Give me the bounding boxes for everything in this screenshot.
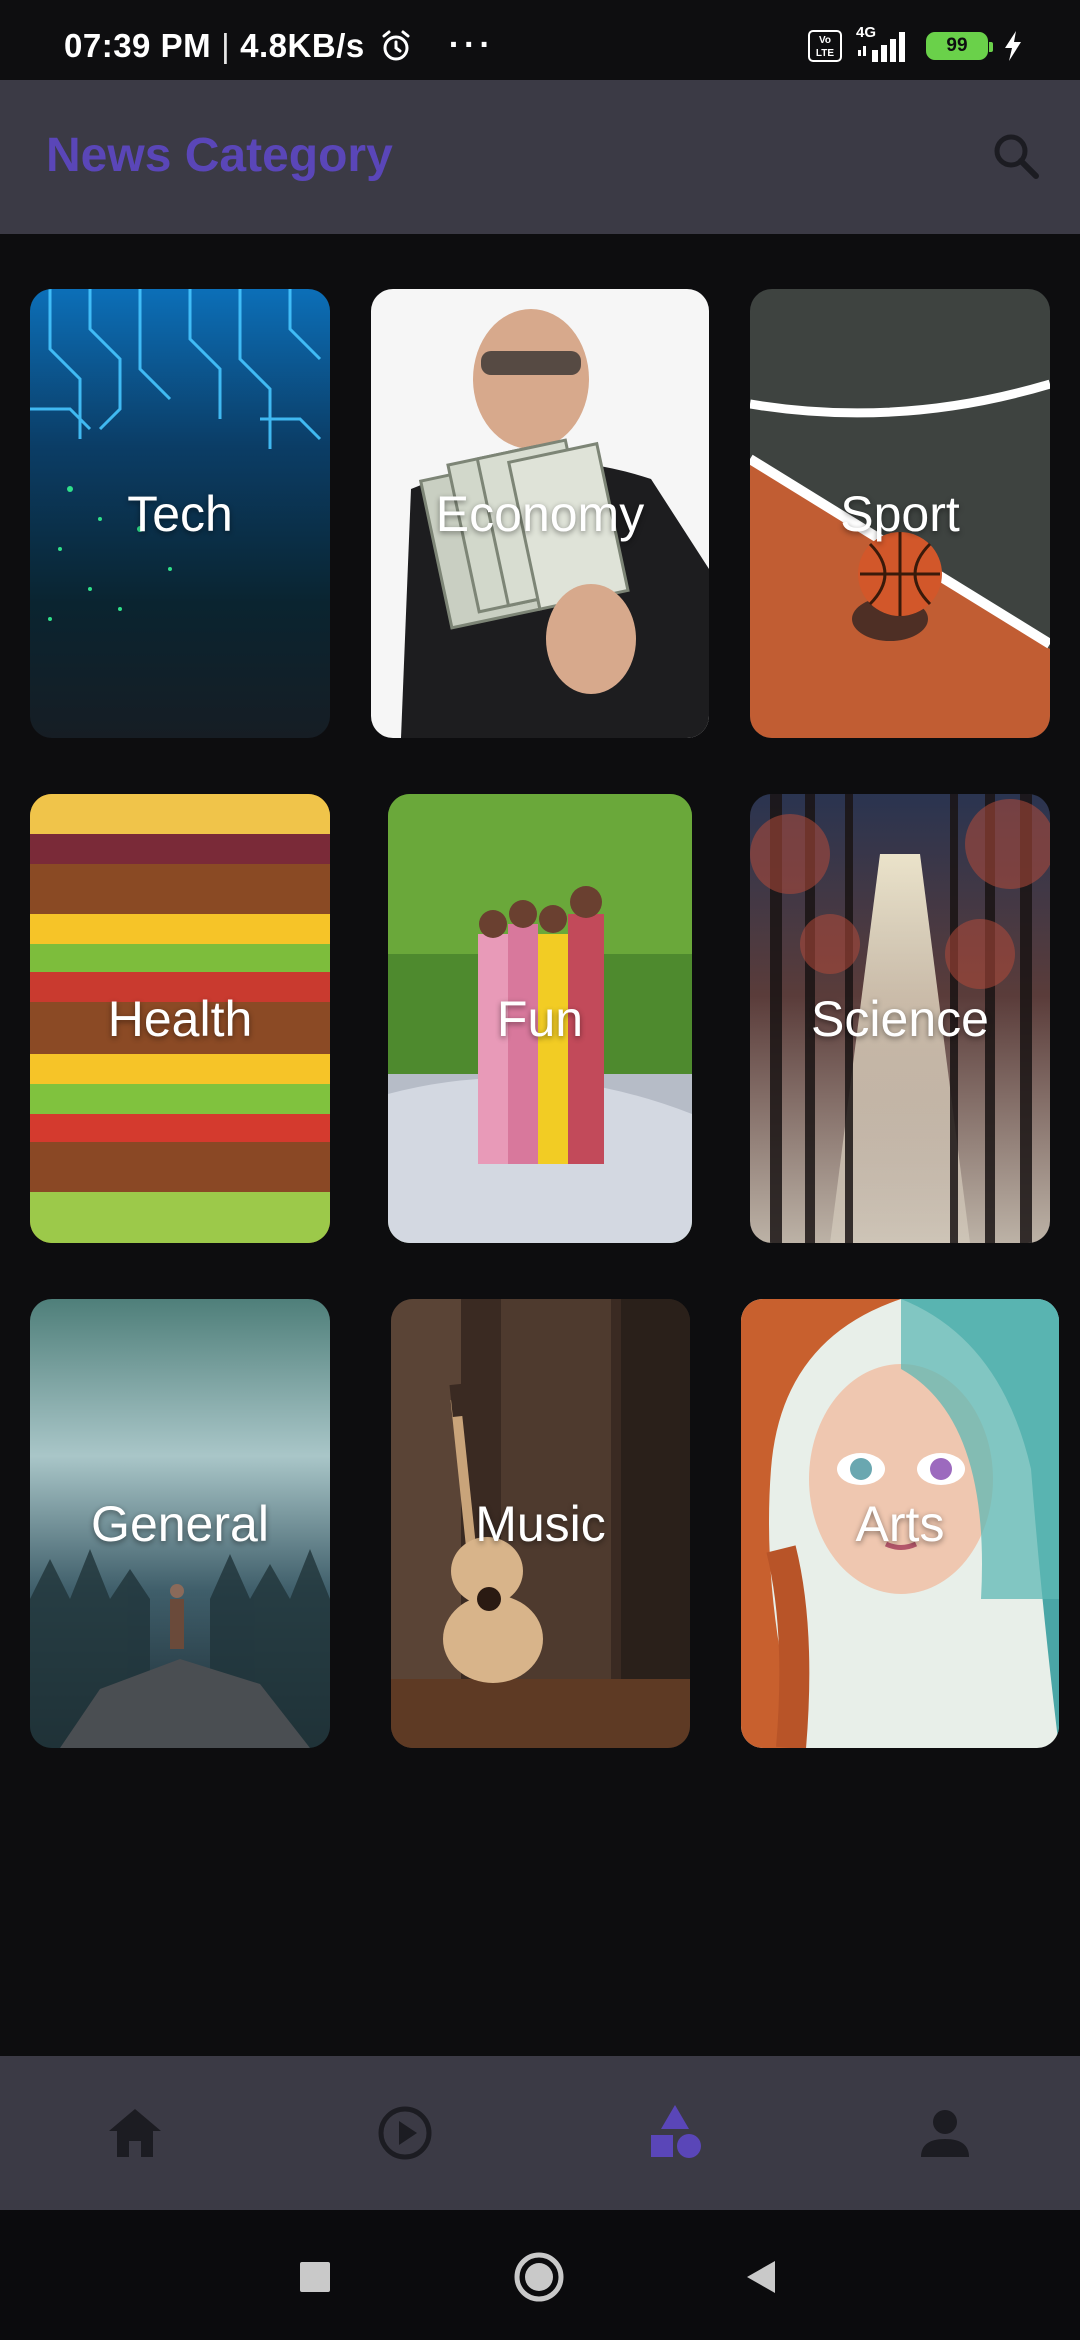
category-label: Health [107, 990, 253, 1047]
category-card-economy[interactable]: Economy [371, 289, 709, 738]
nav-profile[interactable] [900, 2088, 990, 2178]
category-card-music[interactable]: Music [391, 1299, 690, 1748]
category-card-health[interactable]: Health [30, 794, 330, 1243]
charging-icon [1005, 31, 1021, 61]
category-label: Science [811, 990, 989, 1047]
profile-icon [921, 2110, 969, 2157]
search-button[interactable] [986, 126, 1046, 186]
recents-button[interactable] [288, 2250, 342, 2304]
category-card-arts[interactable]: Arts [741, 1299, 1059, 1748]
status-network-speed: 4.8KB/s [240, 26, 365, 64]
category-card-sport[interactable]: Sport [750, 289, 1050, 738]
more-notifications-icon: ··· [448, 26, 495, 64]
screen: 07:39 PM | 4.8KB/s ··· Vo LTE 4G 99 News… [0, 0, 1080, 2340]
category-card-science[interactable]: Science [750, 794, 1050, 1243]
category-label: Economy [435, 485, 645, 542]
nav-home[interactable] [90, 2088, 180, 2178]
square-icon [300, 2262, 330, 2292]
category-label: General [91, 1495, 269, 1552]
search-icon [994, 134, 1039, 179]
status-bar: 07:39 PM | 4.8KB/s ··· Vo LTE 4G 99 [0, 0, 1080, 80]
category-icon [651, 2105, 701, 2158]
system-navigation-bar [0, 2210, 1080, 2340]
category-label: Tech [127, 485, 233, 542]
back-triangle-icon [747, 2261, 775, 2293]
category-label: Music [475, 1495, 606, 1552]
home-icon [109, 2109, 161, 2157]
status-right: Vo LTE 4G 99 [808, 24, 1024, 64]
battery-indicator: 99 [926, 32, 993, 60]
signal-icon: 4G [856, 24, 912, 64]
status-left: 07:39 PM | 4.8KB/s ··· [64, 26, 495, 65]
alarm-icon [382, 30, 410, 60]
battery-level: 99 [946, 35, 968, 56]
nav-categories[interactable] [630, 2088, 720, 2178]
category-card-general[interactable]: General [30, 1299, 330, 1748]
status-separator: | [221, 26, 231, 64]
nav-videos[interactable] [360, 2088, 450, 2178]
circle-icon [514, 2252, 564, 2302]
home-button[interactable] [512, 2250, 566, 2304]
category-label: Arts [855, 1495, 945, 1552]
network-type-label: 4G [856, 24, 877, 41]
volte-badge: Vo LTE [808, 30, 842, 62]
category-label: Fun [496, 990, 584, 1047]
app-bar: News Category [0, 80, 1080, 234]
category-card-tech[interactable]: Tech [30, 289, 330, 738]
bottom-navigation [0, 2056, 1080, 2210]
play-icon [378, 2106, 432, 2160]
back-button[interactable] [734, 2250, 788, 2304]
page-title: News Category [46, 129, 393, 182]
status-time: 07:39 PM [64, 26, 212, 64]
category-card-fun[interactable]: Fun [388, 794, 692, 1243]
category-label: Sport [840, 485, 960, 542]
